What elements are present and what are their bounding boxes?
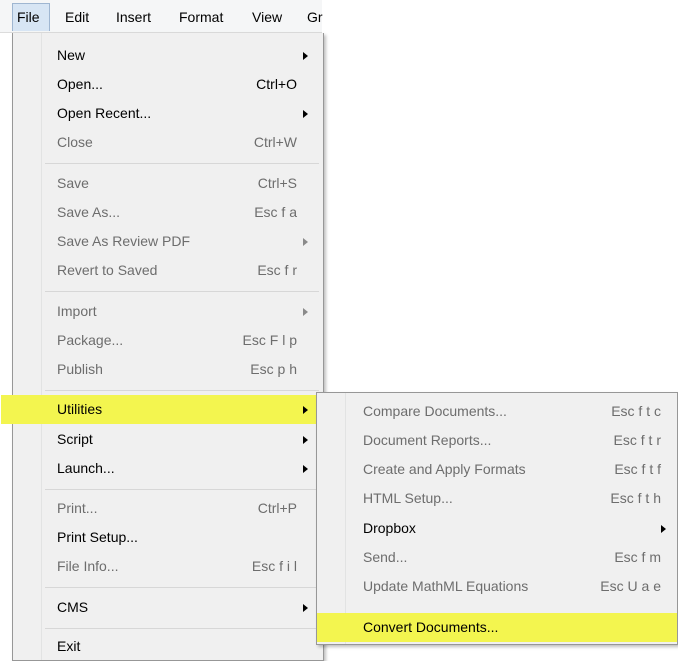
- menu-separator: [45, 628, 319, 629]
- menu-item-script[interactable]: Script: [13, 425, 323, 454]
- menu-item-label: Convert Documents...: [363, 619, 499, 635]
- menu-item-label: Save As Review PDF: [57, 233, 191, 249]
- submenu-arrow-icon: [303, 604, 308, 612]
- menu-item-shortcut: Esc f a: [254, 204, 297, 220]
- menu-item-shortcut: Esc f t r: [613, 432, 661, 448]
- menu-item-label: HTML Setup...: [363, 490, 453, 506]
- file-menu: New Open... Ctrl+O Open Recent... Close …: [1, 33, 324, 661]
- menu-item-save-as-review-pdf[interactable]: Save As Review PDF: [13, 227, 323, 256]
- menu-item-label: Create and Apply Formats: [363, 461, 526, 477]
- submenu-arrow-icon: [303, 110, 308, 118]
- menu-item-shortcut: Ctrl+W: [253, 134, 297, 150]
- menu-graphics[interactable]: Gr: [305, 6, 325, 28]
- submenu-arrow-icon: [303, 406, 308, 414]
- menu-item-label: Save As...: [57, 204, 121, 220]
- menu-item-label: Exit: [57, 638, 81, 654]
- menu-item-label: Print...: [57, 500, 98, 516]
- menu-item-shortcut: Esc p h: [250, 361, 297, 377]
- menu-item-shortcut: Esc f m: [614, 549, 661, 565]
- menu-item-utilities[interactable]: Utilities: [1, 395, 323, 424]
- menu-item-label: Import: [57, 303, 97, 319]
- menu-item-shortcut: Esc f r: [257, 262, 297, 278]
- menu-item-compare-documents[interactable]: Compare Documents... Esc f t c: [317, 397, 677, 426]
- menu-item-shortcut: Esc U a e: [600, 578, 661, 594]
- menu-bar: File Edit Insert Format View Gr: [0, 0, 325, 33]
- menu-separator: [45, 587, 319, 588]
- menu-item-dropbox[interactable]: Dropbox: [317, 514, 677, 543]
- menu-item-launch[interactable]: Launch...: [13, 454, 323, 483]
- menu-item-package[interactable]: Package... Esc F l p: [13, 326, 323, 355]
- menu-separator: [45, 291, 319, 292]
- menu-view[interactable]: View: [250, 6, 284, 28]
- menu-item-print[interactable]: Print... Ctrl+P: [13, 494, 323, 523]
- menu-item-label: Open...: [57, 76, 103, 92]
- menu-item-label: Compare Documents...: [363, 403, 507, 419]
- menu-item-label: Script: [57, 431, 93, 447]
- menu-item-file-info[interactable]: File Info... Esc f i l: [13, 552, 323, 581]
- menu-item-shortcut: Esc f t h: [610, 490, 661, 506]
- menu-item-html-setup[interactable]: HTML Setup... Esc f t h: [317, 484, 677, 513]
- menu-separator: [45, 390, 319, 391]
- submenu-arrow-icon: [303, 238, 308, 246]
- menu-item-label: Utilities: [57, 401, 103, 417]
- menu-item-label: File Info...: [57, 558, 119, 574]
- submenu-arrow-icon: [303, 52, 308, 60]
- menu-item-label: Revert to Saved: [57, 262, 158, 278]
- menu-separator: [45, 163, 319, 164]
- menu-item-cms[interactable]: CMS: [13, 593, 323, 622]
- menu-item-label: Open Recent...: [57, 105, 152, 121]
- menu-item-label: Close: [57, 134, 93, 150]
- submenu-arrow-icon: [303, 436, 308, 444]
- menu-item-new[interactable]: New: [13, 41, 323, 70]
- menu-format[interactable]: Format: [177, 6, 225, 28]
- menu-item-exit[interactable]: Exit: [13, 632, 323, 661]
- submenu-arrow-icon: [303, 308, 308, 316]
- menu-item-open[interactable]: Open... Ctrl+O: [13, 70, 323, 99]
- menu-item-convert-documents[interactable]: Convert Documents...: [317, 613, 677, 642]
- menu-item-save-as[interactable]: Save As... Esc f a: [13, 198, 323, 227]
- menu-item-label: Document Reports...: [363, 432, 492, 448]
- menu-item-publish[interactable]: Publish Esc p h: [13, 355, 323, 384]
- menu-item-label: Update MathML Equations: [363, 578, 529, 594]
- menu-item-shortcut: Esc F l p: [242, 332, 297, 348]
- menu-item-document-reports[interactable]: Document Reports... Esc f t r: [317, 426, 677, 455]
- menu-item-label: Save: [57, 175, 89, 191]
- menu-item-revert-to-saved[interactable]: Revert to Saved Esc f r: [13, 256, 323, 285]
- menu-item-open-recent[interactable]: Open Recent...: [13, 99, 323, 128]
- menu-edit[interactable]: Edit: [63, 6, 91, 28]
- menu-separator: [45, 489, 319, 490]
- menu-item-shortcut: Ctrl+S: [257, 175, 297, 191]
- menu-file[interactable]: File: [12, 3, 50, 31]
- menu-item-shortcut: Ctrl+P: [257, 500, 297, 516]
- submenu-arrow-icon: [303, 465, 308, 473]
- menu-item-shortcut: Esc f t c: [611, 403, 661, 419]
- menu-item-label: Dropbox: [363, 520, 416, 536]
- menu-item-label: Publish: [57, 361, 103, 377]
- menu-insert[interactable]: Insert: [114, 6, 153, 28]
- utilities-submenu: Compare Documents... Esc f t c Document …: [316, 392, 678, 645]
- menu-item-shortcut: Esc f i l: [251, 558, 297, 574]
- menu-item-label: New: [57, 47, 86, 63]
- menu-item-update-mathml[interactable]: Update MathML Equations Esc U a e: [317, 572, 677, 601]
- menu-item-save[interactable]: Save Ctrl+S: [13, 169, 323, 198]
- menu-item-send[interactable]: Send... Esc f m: [317, 543, 677, 572]
- menu-item-shortcut: Ctrl+O: [256, 76, 297, 92]
- menu-item-label: Send...: [363, 549, 408, 565]
- menu-item-close[interactable]: Close Ctrl+W: [13, 128, 323, 157]
- menu-item-label: CMS: [57, 599, 89, 615]
- menu-item-print-setup[interactable]: Print Setup...: [13, 523, 323, 552]
- menu-item-label: Print Setup...: [57, 529, 138, 545]
- menu-item-import[interactable]: Import: [13, 297, 323, 326]
- menu-item-shortcut: Esc f t f: [614, 461, 661, 477]
- menu-item-create-apply-formats[interactable]: Create and Apply Formats Esc f t f: [317, 455, 677, 484]
- menu-item-label: Launch...: [57, 460, 115, 476]
- menu-item-label: Package...: [57, 332, 124, 348]
- submenu-arrow-icon: [661, 525, 666, 533]
